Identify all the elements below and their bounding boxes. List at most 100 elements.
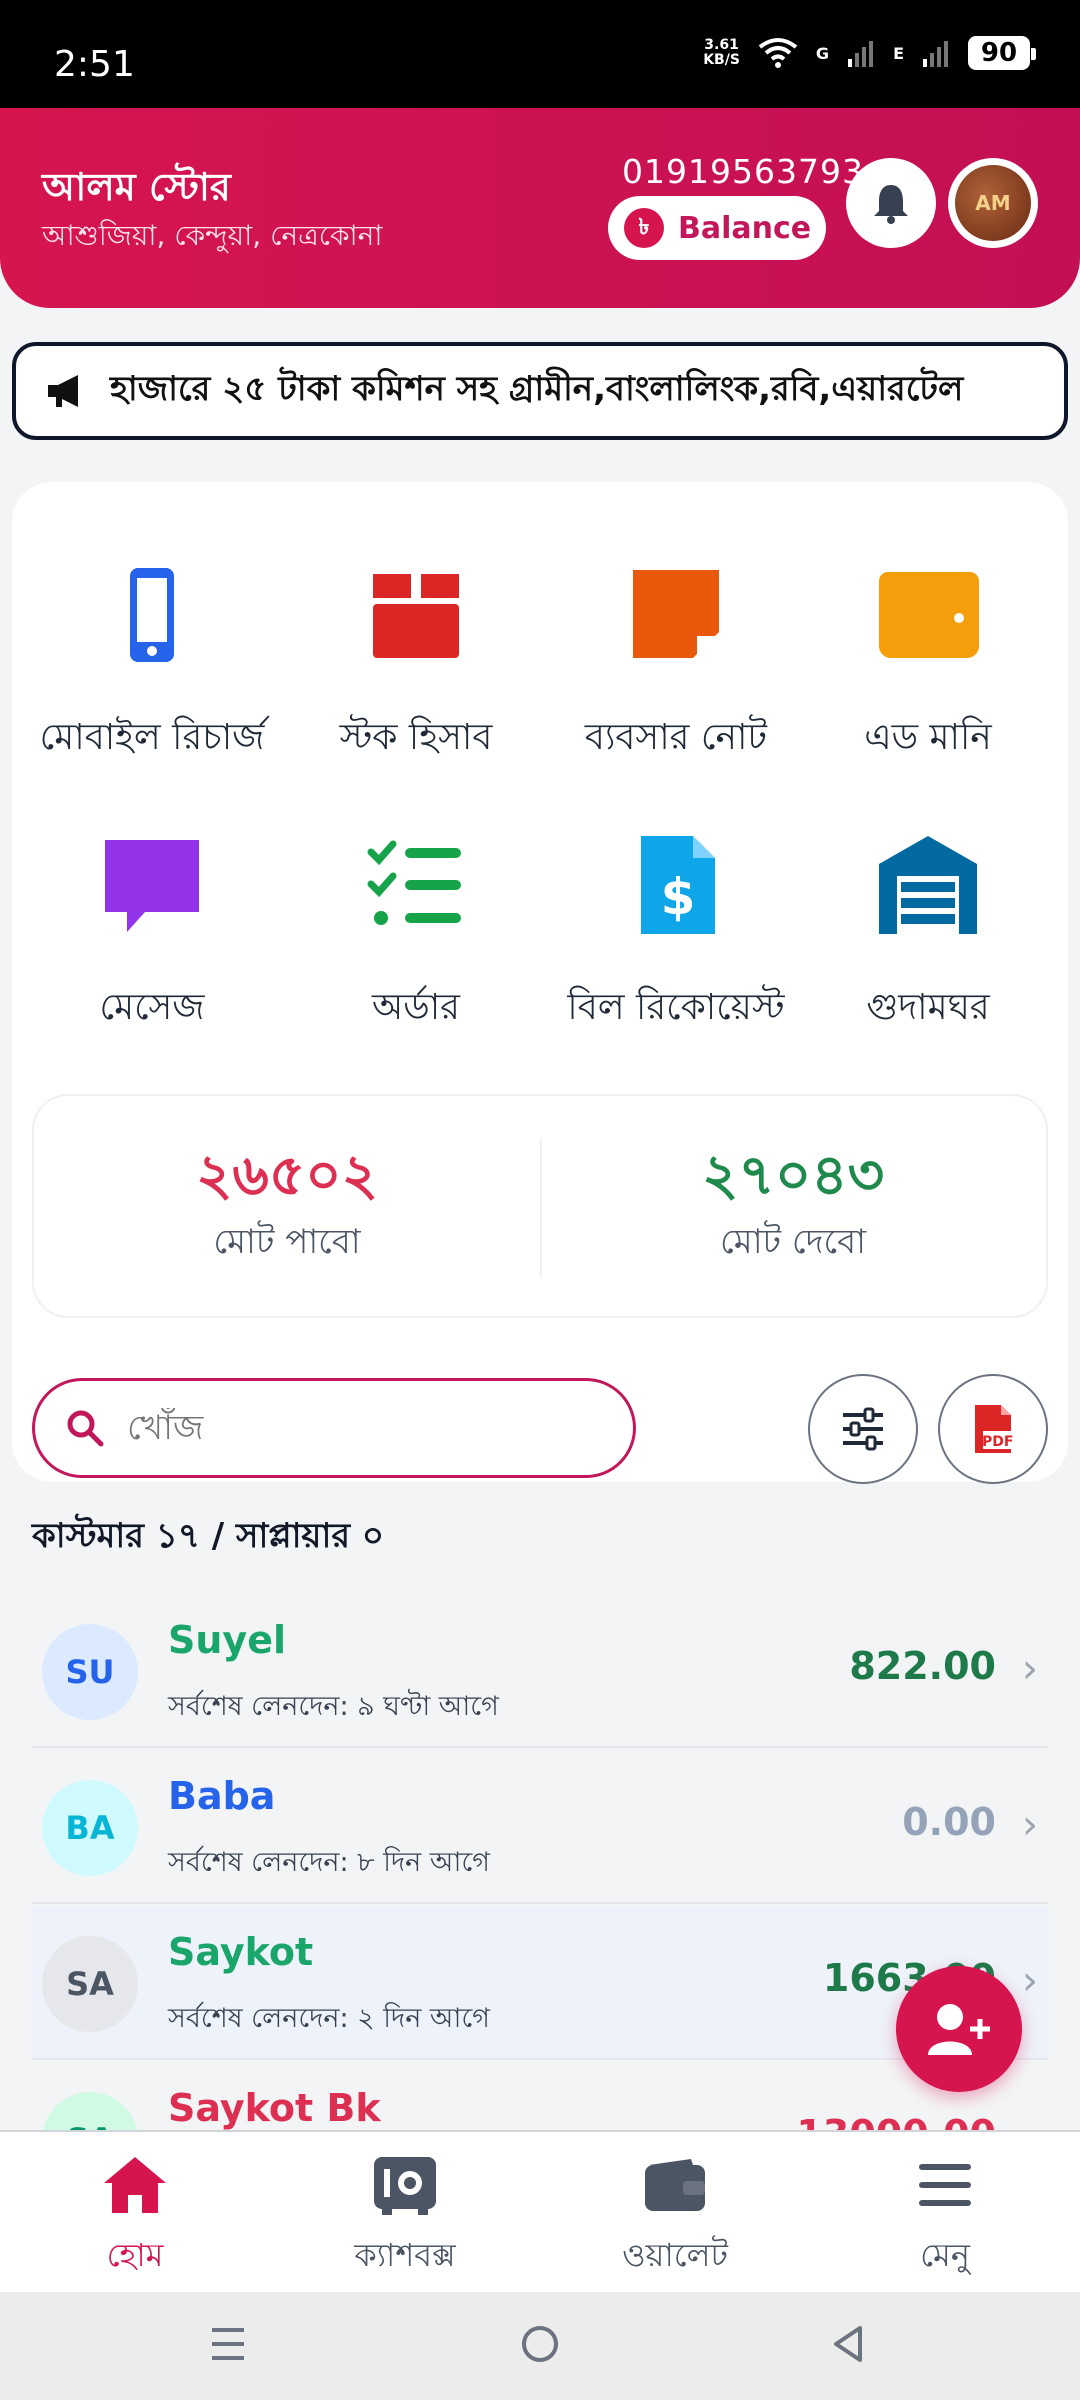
menu-business-note[interactable]: ব্যবসার নোট <box>544 560 808 800</box>
menu-icon <box>919 2164 971 2206</box>
wallet-icon <box>645 2159 705 2211</box>
megaphone-icon <box>48 375 78 407</box>
chevron-right-icon: › <box>1022 1802 1038 1848</box>
customer-row[interactable]: BA Baba সর্বশেষ লেনদেন: ৮ দিন আগে 0.00 › <box>32 1750 1048 1904</box>
warehouse-icon <box>879 836 977 934</box>
message-icon <box>105 840 199 932</box>
sim1-network-type: G <box>815 43 830 63</box>
customer-avatar: SU <box>42 1624 138 1720</box>
customer-amount: 822.00 <box>849 1644 996 1688</box>
wallet-icon <box>879 572 979 658</box>
nav-cashbox[interactable]: ক্যাশবক্স <box>270 2150 540 2284</box>
taka-icon: ৳ <box>624 208 664 248</box>
menu-label: এড মানি <box>864 717 992 758</box>
bottom-navigation: হোম ক্যাশবক্স ওয়ালেট মেনু <box>0 2130 1080 2292</box>
sim2-network-type: E <box>893 43 904 63</box>
net-speed-value: 3.61 <box>704 37 739 53</box>
menu-label: স্টক হিসাব <box>339 717 493 758</box>
svg-text:$: $ <box>661 868 696 926</box>
menu-label: মোবাইল রিচার্জ <box>39 717 265 758</box>
checklist-icon <box>367 840 461 925</box>
add-user-icon <box>928 2004 990 2055</box>
total-payable-value: ২৭০৪৩ <box>702 1143 884 1208</box>
battery-indicator: 90 <box>968 36 1036 70</box>
shop-phone: 01919563793 <box>622 152 864 191</box>
menu-label: ব্যবসার নোট <box>584 717 768 758</box>
menu-order[interactable]: অর্ডার <box>284 830 548 1070</box>
customer-name: Baba <box>168 1774 276 1818</box>
customer-last-transaction: সর্বশেষ লেনদেন: ২ দিন আগে <box>168 2003 490 2034</box>
announcement-marquee: হাজারে ২৫ টাকা কমিশন সহ গ্রামীন,বাংলালিং… <box>12 342 1068 440</box>
customer-last-transaction: সর্বশেষ লেনদেন: ৯ ঘণ্টা আগে <box>168 1691 499 1722</box>
chevron-right-icon: › <box>1022 1958 1038 2004</box>
search-icon <box>67 1410 104 1447</box>
bell-icon <box>874 185 908 224</box>
features-card: মোবাইল রিচার্জ স্টক হিসাব ব্যবসার নোট এড… <box>12 482 1068 1482</box>
customer-name: Saykot Bk <box>168 2086 381 2130</box>
menu-warehouse[interactable]: গুদামঘর <box>796 830 1060 1070</box>
announcement-text: হাজারে ২৫ টাকা কমিশন সহ গ্রামীন,বাংলালিং… <box>110 368 964 409</box>
nav-label: ওয়ালেট <box>622 2236 728 2274</box>
notification-button[interactable] <box>846 158 936 248</box>
pdf-label: PDF <box>982 1434 1014 1450</box>
box-icon <box>373 574 459 658</box>
system-navigation-bar <box>0 2292 1080 2400</box>
signal-icon <box>848 41 874 67</box>
menu-mobile-recharge[interactable]: মোবাইল রিচার্জ <box>20 560 284 800</box>
home-icon <box>104 2157 166 2213</box>
app-header: আলম স্টোর আশুজিয়া, কেন্দুয়া, নেত্রকোনা… <box>0 108 1080 308</box>
shop-name: আলম স্টোর <box>42 165 231 209</box>
menu-label: অর্ডার <box>372 987 460 1028</box>
menu-label: মেসেজ <box>99 987 205 1028</box>
menu-message[interactable]: মেসেজ <box>20 830 284 1070</box>
signal-icon <box>923 41 948 67</box>
pdf-button[interactable]: PDF <box>938 1374 1048 1484</box>
total-receivable[interactable]: ২৬৫০২ মোট পাবো <box>34 1096 540 1316</box>
nav-label: মেনু <box>920 2236 970 2274</box>
home-system-icon[interactable] <box>518 2322 562 2366</box>
total-receivable-label: মোট পাবো <box>213 1222 361 1262</box>
total-payable[interactable]: ২৭০৪৩ মোট দেবো <box>540 1096 1046 1316</box>
customer-last-transaction: সর্বশেষ লেনদেন: ৮ দিন আগে <box>168 1847 490 1878</box>
nav-wallet[interactable]: ওয়ালেট <box>540 2150 810 2284</box>
shop-address: আশুজিয়া, কেন্দুয়া, নেত্রকোনা <box>42 219 383 252</box>
balance-button[interactable]: ৳ Balance <box>608 196 826 260</box>
filter-button[interactable] <box>808 1374 918 1484</box>
total-receivable-value: ২৬৫০২ <box>196 1143 378 1208</box>
customer-avatar: BA <box>42 1780 138 1876</box>
search-input[interactable] <box>127 1408 567 1448</box>
status-bar: 2:51 3.61 KB/S G E 90 <box>0 0 1080 108</box>
profile-avatar[interactable]: AM <box>948 158 1038 248</box>
menu-bill-request[interactable]: $ বিল রিকোয়েস্ট <box>544 830 808 1070</box>
customer-amount: 0.00 <box>902 1800 996 1844</box>
cashbox-icon <box>374 2157 436 2215</box>
search-box[interactable] <box>32 1378 636 1478</box>
sliders-icon <box>843 1407 883 1451</box>
menu-stock[interactable]: স্টক হিসাব <box>284 560 548 800</box>
net-speed-unit: KB/S <box>703 52 740 68</box>
back-icon[interactable] <box>828 2322 868 2366</box>
recents-icon[interactable] <box>208 2322 248 2366</box>
bill-icon: $ <box>641 836 715 934</box>
totals-card: ২৬৫০২ মোট পাবো ২৭০৪৩ মোট দেবো <box>32 1094 1048 1318</box>
nav-menu[interactable]: মেনু <box>810 2150 1080 2284</box>
nav-home[interactable]: হোম <box>0 2150 270 2284</box>
menu-label: বিল রিকোয়েস্ট <box>567 987 785 1028</box>
status-icons: 3.61 KB/S G E 90 <box>703 36 1036 70</box>
customer-name: Saykot <box>168 1930 314 1974</box>
total-payable-label: মোট দেবো <box>720 1222 866 1262</box>
net-speed: 3.61 KB/S <box>703 38 740 68</box>
wifi-icon <box>758 38 798 68</box>
customer-row[interactable]: SU Suyel সর্বশেষ লেনদেন: ৯ ঘণ্টা আগে 822… <box>32 1594 1048 1748</box>
add-customer-button[interactable] <box>896 1966 1022 2092</box>
nav-label: হোম <box>106 2236 164 2274</box>
balance-label: Balance <box>678 210 812 246</box>
nav-label: ক্যাশবক্স <box>354 2236 456 2274</box>
menu-add-money[interactable]: এড মানি <box>796 560 1060 800</box>
customer-name: Suyel <box>168 1618 286 1662</box>
chevron-right-icon: › <box>1022 1646 1038 1692</box>
list-count-title: কাস্টমার ১৭ / সাপ্লায়ার ০ <box>32 1516 384 1556</box>
customer-avatar: SA <box>42 1936 138 2032</box>
mobile-phone-icon <box>130 568 174 662</box>
note-icon <box>633 570 719 658</box>
